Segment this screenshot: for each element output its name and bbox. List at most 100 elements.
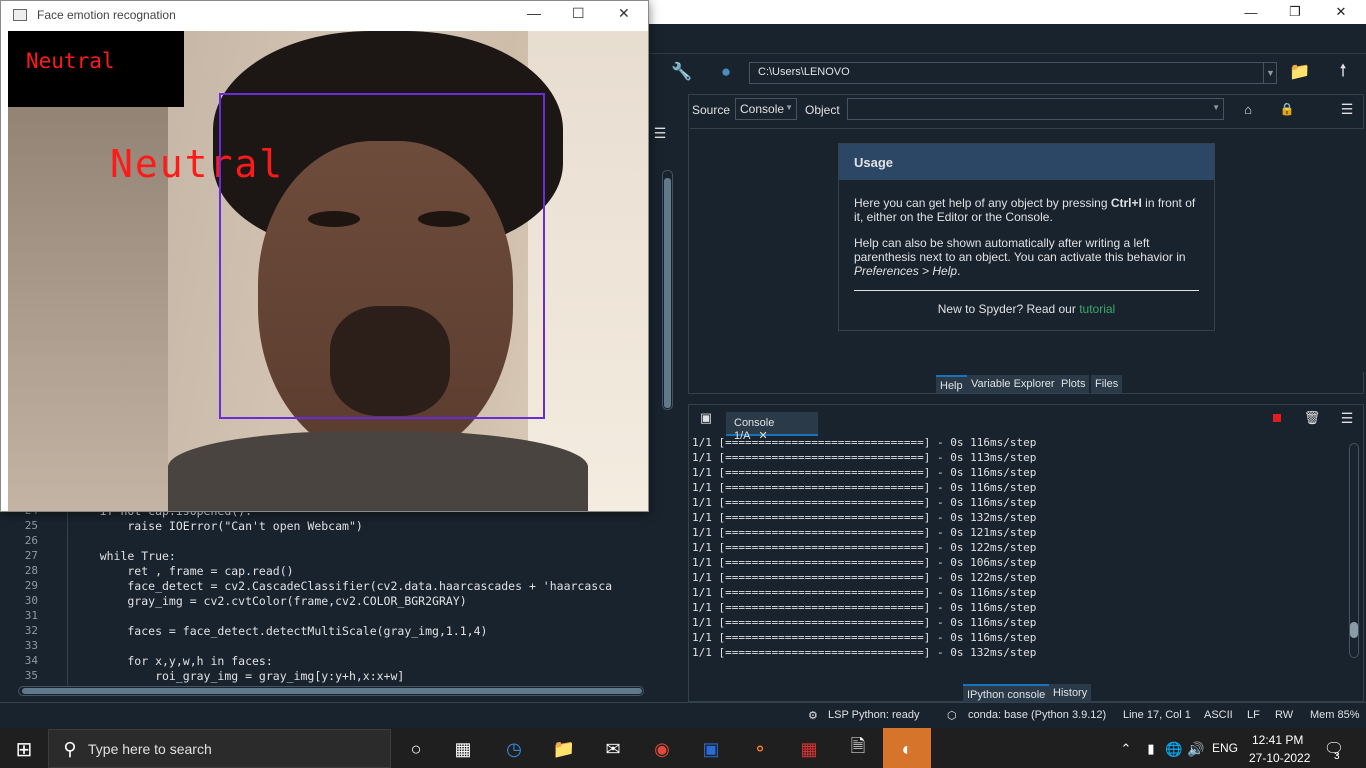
edge-icon[interactable]: ◷ [498, 733, 530, 765]
memory-usage: Mem 85% [1310, 709, 1360, 721]
maximize-icon[interactable]: ☐ [572, 5, 592, 25]
cursor-position: Line 17, Col 1 [1123, 709, 1191, 721]
console-line: 1/1 [==============================] - 0… [692, 631, 1037, 644]
tab-plots[interactable]: Plots [1057, 375, 1090, 393]
tab-ipython-console[interactable]: IPython console [963, 684, 1050, 702]
console-output[interactable]: 1/1 [==============================] - 0… [692, 435, 1346, 659]
usage-preferences: Preferences > Help [854, 264, 958, 278]
mail-icon[interactable]: ✉ [597, 733, 629, 765]
stop-icon[interactable] [1273, 414, 1281, 422]
tab-variable-explorer[interactable]: Variable Explorer [967, 375, 1059, 393]
source-select[interactable]: Console ▼ [735, 98, 797, 120]
chrome-icon[interactable]: ◉ [646, 733, 678, 765]
tab-help[interactable]: Help [936, 375, 967, 393]
chevron-down-icon[interactable]: ▼ [1263, 62, 1277, 84]
console-scroll-thumb[interactable] [1350, 622, 1358, 638]
clock-time[interactable]: 12:41 PM [1252, 733, 1303, 747]
console-line: 1/1 [==============================] - 0… [692, 616, 1037, 629]
conda-icon: ⬡ [947, 710, 957, 722]
parent-directory-icon[interactable]: 🠕 [1331, 60, 1355, 84]
chevron-down-icon: ▼ [1212, 103, 1220, 112]
code-line[interactable]: for x,y,w,h in faces: [72, 654, 272, 668]
usage-card: Usage Here you can get help of any objec… [838, 143, 1215, 331]
document-icon[interactable]: 🗎 [842, 733, 874, 765]
code-line[interactable]: while True: [72, 549, 176, 563]
editor-vscroll-thumb[interactable] [664, 178, 671, 408]
clock-date[interactable]: 27-10-2022 [1249, 751, 1310, 765]
language-indicator[interactable]: ENG [1212, 741, 1238, 755]
working-directory-input[interactable]: C:\Users\LENOVO [749, 62, 1277, 84]
code-line[interactable]: gray_img = cv2.cvtColor(frame,cv2.COLOR_… [72, 594, 466, 608]
anaconda-icon: ◐ [901, 738, 913, 759]
usage-paragraph-2: Help can also be shown automatically aft… [854, 236, 1204, 278]
tutorial-link[interactable]: tutorial [1079, 302, 1115, 316]
code-line[interactable]: roi_gray_img = gray_img[y:y+h,x:x+w] [72, 669, 404, 683]
usage-paragraph-1: Here you can get help of any object by p… [854, 196, 1204, 224]
object-label: Object [805, 103, 840, 117]
line-number: 33 [24, 639, 38, 652]
footer-text: New to Spyder? Read our [937, 302, 1080, 316]
console-line: 1/1 [==============================] - 0… [692, 541, 1037, 554]
console-options-icon[interactable]: ☰ [1335, 406, 1359, 430]
wrench-icon[interactable]: 🔧 [670, 60, 694, 84]
python-path-icon[interactable]: ● [714, 60, 738, 84]
browse-tabs-icon[interactable]: ▣ [694, 406, 718, 430]
window-title: Face emotion recognation [37, 8, 176, 22]
lsp-status[interactable]: LSP Python: ready [828, 709, 920, 721]
console-line: 1/1 [==============================] - 0… [692, 451, 1037, 464]
source-label: Source [692, 103, 731, 117]
folder-icon[interactable]: 📁 [1288, 60, 1312, 84]
editor-hscroll-thumb[interactable] [22, 688, 642, 694]
usage-shortcut: Ctrl+I [1110, 196, 1142, 210]
task-view-icon[interactable]: ▦ [447, 733, 479, 765]
search-placeholder: Type here to search [88, 741, 212, 757]
close-icon[interactable]: ✕ [618, 5, 638, 25]
code-line[interactable]: ret , frame = cap.read() [72, 564, 293, 578]
line-number: 26 [24, 534, 38, 547]
console-line: 1/1 [==============================] - 0… [692, 556, 1037, 569]
minimize-icon[interactable]: — [527, 5, 547, 25]
usage-text: Help can also be shown automatically aft… [854, 236, 1186, 264]
eol-mode: LF [1247, 709, 1260, 721]
tab-history[interactable]: History [1049, 684, 1092, 702]
console-line: 1/1 [==============================] - 0… [692, 496, 1037, 509]
console-line: 1/1 [==============================] - 0… [692, 586, 1037, 599]
line-number: 31 [24, 609, 38, 622]
minimize-icon[interactable]: — [1228, 0, 1274, 24]
usage-text: . [957, 264, 961, 278]
tab-files[interactable]: Files [1091, 375, 1123, 393]
trash-icon[interactable]: 🗑 [1300, 406, 1324, 430]
code-line[interactable]: faces = face_detect.detectMultiScale(gra… [72, 624, 487, 638]
code-line[interactable]: raise IOError("Can't open Webcam") [72, 519, 362, 533]
home-icon[interactable]: ⌂ [1236, 97, 1260, 121]
console-tab[interactable]: Console 1/A ✕ [726, 412, 818, 442]
line-number: 29 [24, 579, 38, 592]
usage-title: Usage [839, 144, 1214, 180]
conda-env-status[interactable]: conda: base (Python 3.9.12) [968, 709, 1106, 721]
notification-count: 3 [1334, 751, 1340, 762]
lock-icon[interactable]: 🔒 [1275, 97, 1299, 121]
search-icon: ⚲ [63, 738, 77, 759]
windows-start-icon[interactable]: ⊞ [8, 733, 40, 765]
editor-options-icon[interactable]: ☰ [648, 121, 672, 145]
close-icon[interactable]: ✕ [1318, 0, 1364, 24]
object-input[interactable]: ▼ [847, 98, 1224, 120]
console-line: 1/1 [==============================] - 0… [692, 601, 1037, 614]
console-line: 1/1 [==============================] - 0… [692, 436, 1037, 449]
console-line: 1/1 [==============================] - 0… [692, 646, 1037, 659]
line-number: 28 [24, 564, 38, 577]
cortana-icon[interactable]: ○ [400, 733, 432, 765]
restore-icon[interactable]: ❐ [1272, 0, 1318, 24]
volume-icon[interactable]: 🔊 [1180, 733, 1212, 765]
face-bounding-box [219, 93, 545, 419]
console-line: 1/1 [==============================] - 0… [692, 526, 1037, 539]
jupyter-icon[interactable]: ⚬ [744, 733, 776, 765]
console-line: 1/1 [==============================] - 0… [692, 481, 1037, 494]
code-line[interactable]: face_detect = cv2.CascadeClassifier(cv2.… [72, 579, 612, 593]
line-number: 27 [24, 549, 38, 562]
word-icon[interactable]: ▣ [695, 733, 727, 765]
app-icon[interactable]: ▦ [793, 733, 825, 765]
options-menu-icon[interactable]: ☰ [1335, 97, 1359, 121]
app-icon [13, 9, 27, 21]
file-explorer-icon[interactable]: 📁 [548, 733, 580, 765]
